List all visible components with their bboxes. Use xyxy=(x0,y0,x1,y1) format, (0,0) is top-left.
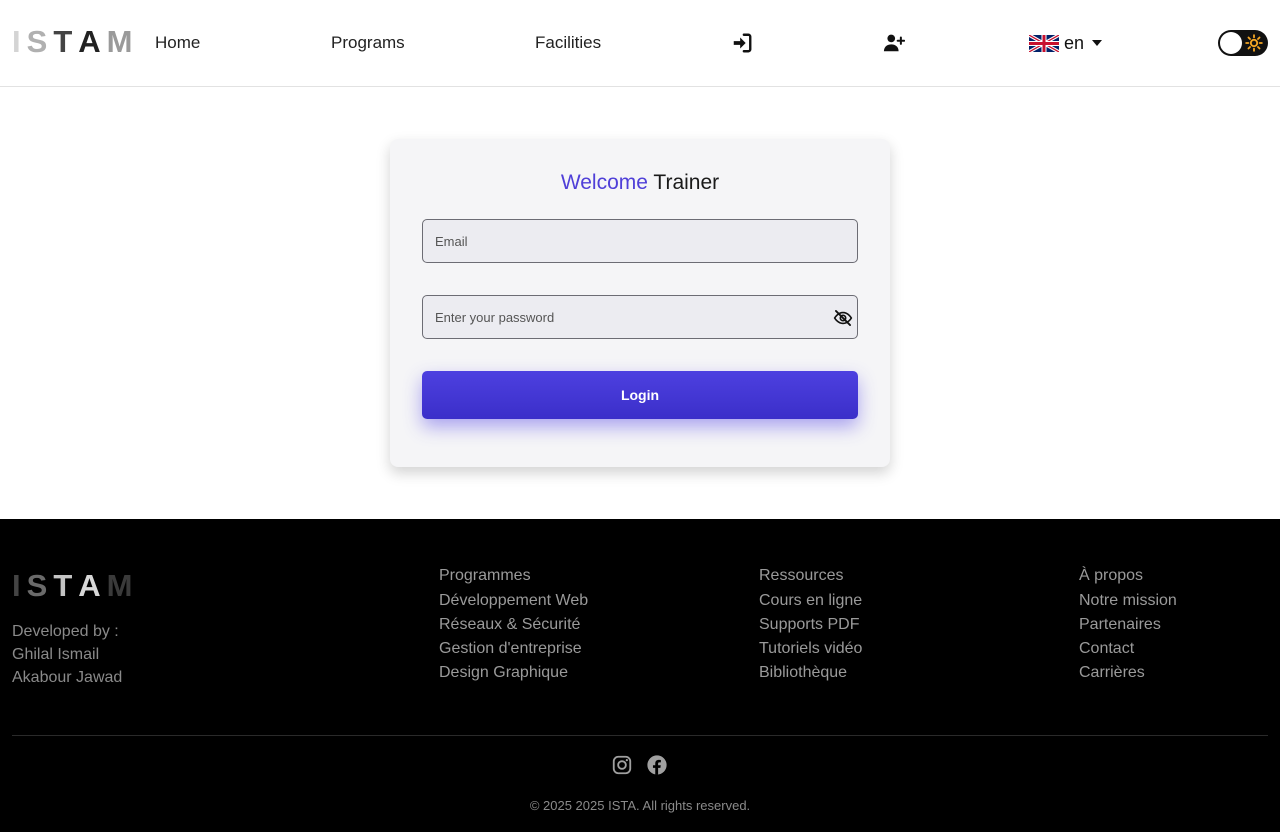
logo-letter: I xyxy=(12,24,27,59)
footer-column-ressources: Ressources Cours en ligne Supports PDF T… xyxy=(759,567,862,685)
sun-icon xyxy=(1245,34,1263,52)
email-field[interactable] xyxy=(423,220,857,262)
nav-link-programs[interactable]: Programs xyxy=(331,33,405,53)
footer-logo: ISTAM xyxy=(12,569,138,603)
chevron-down-icon xyxy=(1092,40,1103,46)
nav-link-facilities[interactable]: Facilities xyxy=(535,33,601,53)
footer-column-heading: Ressources xyxy=(759,567,844,584)
footer-link[interactable]: Bibliothèque xyxy=(759,661,862,685)
logo-letter: I xyxy=(12,568,27,603)
facebook-icon[interactable] xyxy=(646,754,668,776)
logo-letter: S xyxy=(26,24,54,59)
developer-credits: Developed by : Ghilal Ismail Akabour Jaw… xyxy=(12,620,122,689)
logo-letter: T xyxy=(53,24,79,59)
password-field-wrapper xyxy=(422,295,858,339)
login-card: Welcome Trainer Login xyxy=(390,139,890,467)
title-welcome: Welcome xyxy=(560,171,648,194)
eye-slash-icon[interactable] xyxy=(833,308,853,328)
login-button[interactable]: Login xyxy=(422,371,858,419)
footer-divider xyxy=(12,735,1268,736)
logo-letter: A xyxy=(78,568,107,603)
footer-link[interactable]: Cours en ligne xyxy=(759,589,862,613)
footer-column-heading: Programmes xyxy=(439,567,531,584)
password-field[interactable] xyxy=(423,296,857,338)
developed-by-label: Developed by : xyxy=(12,623,119,640)
footer-link[interactable]: Supports PDF xyxy=(759,613,862,637)
footer-link[interactable]: Développement Web xyxy=(439,589,588,613)
footer-column-programmes: Programmes Développement Web Réseaux & S… xyxy=(439,567,588,685)
footer-link[interactable]: Design Graphique xyxy=(439,661,588,685)
user-plus-icon[interactable] xyxy=(883,32,905,54)
footer-link[interactable]: Notre mission xyxy=(1079,589,1177,613)
logo[interactable]: ISTAM xyxy=(12,24,138,60)
theme-toggle[interactable] xyxy=(1218,30,1268,56)
logo-letter: S xyxy=(26,568,54,603)
footer: ISTAM Developed by : Ghilal Ismail Akabo… xyxy=(0,519,1280,832)
email-field-wrapper xyxy=(422,219,858,263)
footer-link[interactable]: Gestion d'entreprise xyxy=(439,637,588,661)
nav-link-home[interactable]: Home xyxy=(155,33,200,53)
login-title: Welcome Trainer xyxy=(390,171,890,195)
logo-letter: A xyxy=(78,24,107,59)
footer-link[interactable]: Contact xyxy=(1079,637,1177,661)
language-code: en xyxy=(1064,32,1085,53)
footer-link[interactable]: Partenaires xyxy=(1079,613,1177,637)
uk-flag-icon xyxy=(1029,34,1059,52)
instagram-icon[interactable] xyxy=(611,754,633,776)
footer-column-heading: À propos xyxy=(1079,567,1144,584)
logo-letter: T xyxy=(53,568,79,603)
developer-name: Ghilal Ismail xyxy=(12,646,100,663)
logo-letter: M xyxy=(106,24,139,59)
developer-name: Akabour Jawad xyxy=(12,669,123,686)
toggle-knob xyxy=(1220,32,1242,54)
footer-link[interactable]: Réseaux & Sécurité xyxy=(439,613,588,637)
navbar: ISTAM Home Programs Facilities en xyxy=(0,0,1280,87)
footer-link[interactable]: Carrières xyxy=(1079,661,1177,685)
title-role: Trainer xyxy=(653,171,720,194)
language-selector[interactable]: en xyxy=(1029,31,1103,55)
sign-in-icon[interactable] xyxy=(731,32,753,54)
logo-letter: M xyxy=(106,568,139,603)
footer-column-apropos: À propos Notre mission Partenaires Conta… xyxy=(1079,567,1177,685)
footer-link[interactable]: Tutoriels vidéo xyxy=(759,637,862,661)
copyright-text: © 2025 2025 ISTA. All rights reserved. xyxy=(529,798,751,813)
